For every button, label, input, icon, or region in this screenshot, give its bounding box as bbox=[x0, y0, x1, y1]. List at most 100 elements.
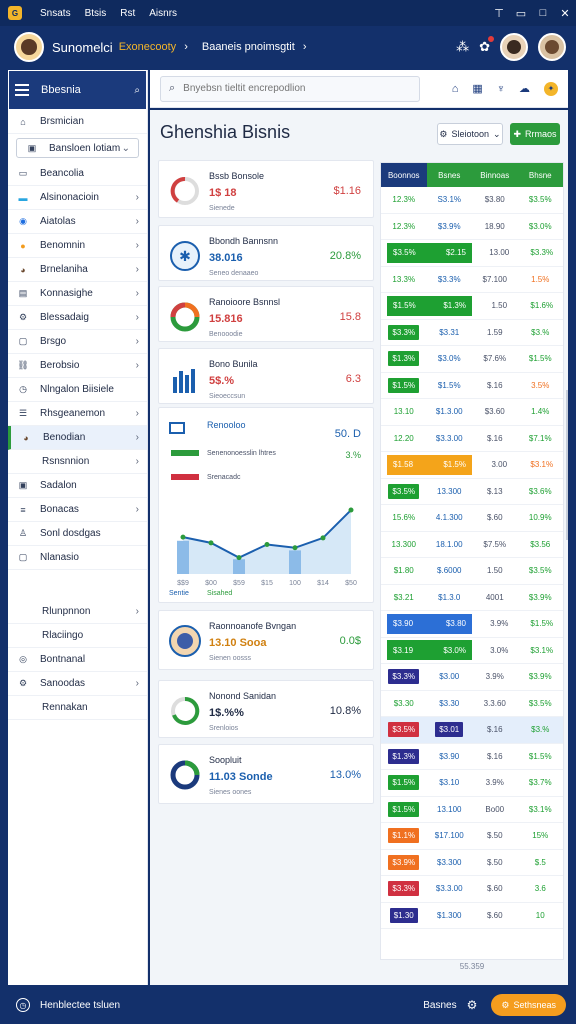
sidebar-item[interactable]: Rlaciingo bbox=[8, 624, 147, 648]
close-icon[interactable]: ✕ bbox=[554, 7, 576, 20]
people-icon[interactable]: ⁂ bbox=[456, 39, 469, 55]
table-row[interactable]: $3.3% $3.31 1.59 $3.% bbox=[381, 320, 563, 346]
column-header[interactable]: Binnoas bbox=[472, 163, 518, 187]
breadcrumb[interactable]: Baaneis pnoimsgtit bbox=[202, 41, 295, 53]
sidebar-item[interactable]: ☰ Rhsgeanemon › bbox=[8, 402, 147, 426]
sidebar-item[interactable]: ◉ Aiatolas › bbox=[8, 210, 147, 234]
metric-card[interactable]: Nonond Sanidan 1$.%% Srenloios 10.8% bbox=[158, 680, 374, 738]
table-row[interactable]: 15.6% 4.1.300 $.60 10.9% bbox=[381, 505, 563, 532]
table-row[interactable]: $3.90 $3.80 3.9% $1.5% bbox=[381, 611, 563, 638]
sidebar-item[interactable]: ▬ Alsinonacioin › bbox=[8, 186, 147, 210]
sidebar-item-label: Sonl dosdgas bbox=[40, 528, 101, 539]
menu-item-4[interactable]: Aisnrs bbox=[149, 8, 177, 19]
maximize-icon[interactable]: □ bbox=[532, 7, 554, 20]
settings-icon[interactable]: ⚙ bbox=[467, 998, 478, 1012]
status-chip: $1.58 $1.5% bbox=[387, 454, 472, 475]
sidebar-item[interactable]: ▣ Sadalon bbox=[8, 474, 147, 498]
lock-icon: ▣ bbox=[18, 480, 28, 490]
pin-window-icon[interactable]: ⊤ bbox=[488, 7, 510, 20]
sidebar-item[interactable]: ⚙ Sanoodas › bbox=[8, 672, 147, 696]
sidebar-item[interactable]: ◷ Nlngalon Biisiele bbox=[8, 378, 147, 402]
sidebar-item[interactable]: ≡ Bonacas › bbox=[8, 498, 147, 522]
metric-card[interactable]: ✱ Bbondh Bannsnn 38.016 Seneo denaaeo 20.8% bbox=[158, 225, 374, 281]
settings-icon[interactable]: ✦ bbox=[544, 81, 558, 96]
gear-icon: ⚙ bbox=[18, 678, 28, 688]
chevron-down-icon: › bbox=[135, 360, 139, 371]
scrollbar[interactable] bbox=[566, 390, 568, 540]
minimize-icon[interactable]: ▭ bbox=[510, 7, 532, 20]
table-row[interactable]: $1.30 $1.300 $.60 10 bbox=[381, 903, 563, 929]
sidebar-item[interactable]: ▢ Brsgo › bbox=[8, 330, 147, 354]
menu-item-2[interactable]: Btsis bbox=[85, 8, 107, 19]
user-avatar[interactable] bbox=[14, 32, 44, 62]
menu-item-1[interactable]: Snsats bbox=[40, 8, 71, 19]
table-row[interactable]: $3.5% $2.15 13.00 $3.3% bbox=[381, 240, 563, 267]
metric-card[interactable]: Soopluit 11.03 Sonde Sienes oones 13.0% bbox=[158, 744, 374, 804]
contact-avatar-2[interactable] bbox=[538, 33, 566, 61]
column-header[interactable]: Bsnes bbox=[426, 163, 472, 187]
table-row[interactable]: $1.5% 13.100 Bo00 $3.1% bbox=[381, 797, 563, 823]
table-row[interactable]: 13.10 $1.3.00 $3.60 1.4% bbox=[381, 399, 563, 426]
grid-icon[interactable]: ▦ bbox=[472, 82, 482, 95]
menu-icon[interactable] bbox=[15, 84, 29, 96]
table-row[interactable]: $3.19 $3.0% 3.0% $3.1% bbox=[381, 638, 563, 664]
table-row[interactable]: $3.5% 13.300 $.13 $3.6% bbox=[381, 479, 563, 505]
metric-card[interactable]: Bssb Bonsole 1$ 18 Sienede $1.16 bbox=[158, 160, 374, 218]
table-cell: 10 bbox=[535, 910, 545, 920]
table-row[interactable]: $1.5% $1.3% 1.50 $1.6% bbox=[381, 293, 563, 320]
table-row[interactable]: 12.20 $3.3.00 $.16 $7.1% bbox=[381, 426, 563, 452]
table-row[interactable]: $3.5% $3.01 $.16 $3.% bbox=[381, 717, 563, 744]
card-subtext: Sienen oosss bbox=[209, 655, 252, 662]
table-row[interactable]: $3.9% $3.300 $.50 $.5 bbox=[381, 850, 563, 876]
table-row[interactable]: $1.1% $17.100 $.50 15% bbox=[381, 823, 563, 850]
sidebar-item[interactable]: ⚙ Blessadaig › bbox=[8, 306, 147, 330]
sidebar-item[interactable]: ▤ Konnasighe › bbox=[8, 282, 147, 306]
metric-card[interactable]: Raonnoanofe Bvngan 13.10 Sooa Sienen oosss… bbox=[158, 610, 374, 670]
column-header[interactable]: Boonnos bbox=[381, 163, 427, 187]
sidebar-item-label: Sadalon bbox=[40, 480, 77, 491]
sidebar-item[interactable]: ♙ Sonl dosdgas bbox=[8, 522, 147, 546]
search-icon[interactable]: ⌕ bbox=[134, 85, 140, 96]
table-row[interactable]: $1.3% $3.0% $7.6% $1.5% bbox=[381, 346, 563, 373]
sidebar-item[interactable]: ⌂ Brsmician bbox=[8, 110, 147, 134]
sidebar-item[interactable]: Rsnsnnion › bbox=[8, 450, 147, 474]
table-cell: $3.9% bbox=[437, 221, 461, 231]
table-row[interactable]: 12.3% $3.9% 18.90 $3.0% bbox=[381, 214, 563, 240]
metric-card[interactable]: Ranoioore Bsnnsl 15.816 Benooodie 15.8 bbox=[158, 286, 374, 342]
table-row[interactable]: $3.21 $1.3.0 4001 $3.9% bbox=[381, 585, 563, 611]
cloud-icon[interactable]: ☁ bbox=[519, 82, 530, 95]
pin-icon[interactable]: ♆ bbox=[497, 83, 505, 95]
sidebar-item[interactable]: Rennakan bbox=[8, 696, 147, 720]
contact-avatar-1[interactable] bbox=[500, 33, 528, 61]
table-row[interactable]: $1.58 $1.5% 3.00 $3.1% bbox=[381, 452, 563, 479]
table-row[interactable]: $3.3% $3.00 3.9% $3.9% bbox=[381, 664, 563, 691]
sidebar-item[interactable]: ◕ Brnelaniha › bbox=[8, 258, 147, 282]
table-row[interactable]: $1.5% $1.5% $.16 3.5% bbox=[381, 373, 563, 399]
filter-dropdown[interactable]: ⚙ Sleiotoon ⌄ bbox=[437, 123, 503, 145]
sidebar-item[interactable]: ◎ Bontnanal bbox=[8, 648, 147, 672]
sidebar-item[interactable]: ▭ Beancolia bbox=[8, 162, 147, 186]
sidebar-item[interactable]: ⛓ Berobsio › bbox=[8, 354, 147, 378]
menu-item-3[interactable]: Rst bbox=[120, 8, 135, 19]
sidebar-item[interactable]: ◕ Benodian › bbox=[8, 426, 147, 450]
table-row[interactable]: 13.300 18.1.00 $7.5% $3.56 bbox=[381, 532, 563, 558]
notification-icon[interactable]: ✿ bbox=[479, 36, 494, 55]
add-button[interactable]: ✚ Rrmaos bbox=[510, 123, 560, 145]
search-input[interactable] bbox=[183, 83, 404, 94]
sidebar-item[interactable]: ▣ Bansloen lotiam ⌄ bbox=[16, 138, 139, 158]
table-row[interactable]: $3.30 $3.30 3.3.60 $3.5% bbox=[381, 691, 563, 717]
metric-card[interactable]: Renooloo 50. D Senenonoesslin lhtres 3.% Sre… bbox=[158, 407, 374, 603]
sidebar-item[interactable]: Rlunpnnon › bbox=[8, 600, 147, 624]
status-action-button[interactable]: ⚙ Sethsneas bbox=[491, 994, 566, 1016]
sidebar-item[interactable]: ● Benomnin › bbox=[8, 234, 147, 258]
table-row[interactable]: 13.3% $3.3% $7.100 1.5% bbox=[381, 267, 563, 293]
table-row[interactable]: $1.80 $.6000 1.50 $3.5% bbox=[381, 558, 563, 585]
column-header[interactable]: Bhsne bbox=[517, 163, 563, 187]
table-row[interactable]: $3.3% $3.3.00 $.60 3.6 bbox=[381, 876, 563, 903]
sidebar-item[interactable]: ▢ Nlanasio bbox=[8, 546, 147, 570]
home-icon[interactable]: ⌂ bbox=[452, 83, 459, 95]
metric-card[interactable]: Bono Bunila 5$.% Sieoeccsun 6.3 bbox=[158, 348, 374, 404]
table-row[interactable]: 12.3% S3.1% $3.80 $3.5% bbox=[381, 187, 563, 214]
table-row[interactable]: $1.3% $3.90 $.16 $1.5% bbox=[381, 744, 563, 770]
table-row[interactable]: $1.5% $3.10 3.9% $3.7% bbox=[381, 770, 563, 797]
